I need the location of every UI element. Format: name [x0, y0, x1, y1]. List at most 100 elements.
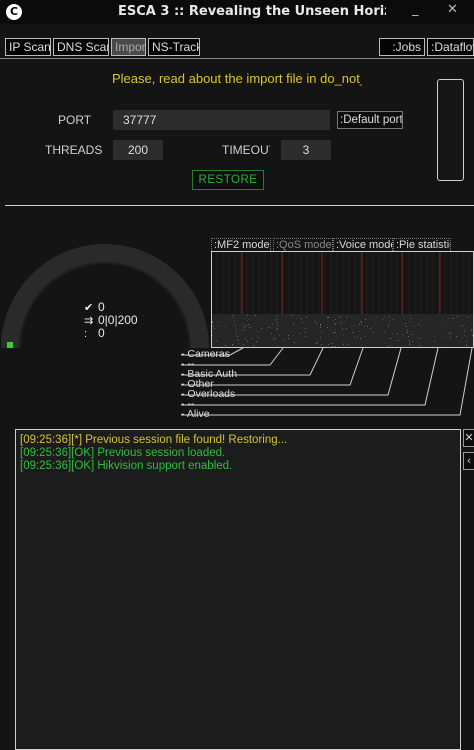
noise-dot	[275, 320, 276, 321]
noise-dot	[402, 334, 403, 335]
noise-dot	[232, 344, 233, 345]
noise-dot	[340, 324, 341, 325]
noise-dot	[471, 329, 472, 330]
tab-import[interactable]: Import	[111, 38, 146, 56]
tab-ns-track[interactable]: NS-Track	[148, 38, 200, 56]
noise-dot	[241, 325, 242, 326]
noise-dot	[354, 337, 355, 338]
noise-dot	[271, 333, 272, 334]
noise-dot	[212, 322, 213, 323]
noise-dot	[328, 317, 329, 318]
minimize-button[interactable]: _	[412, 2, 419, 17]
log-panel[interactable]: [09:25:36][*] Previous session file foun…	[15, 429, 461, 750]
noise-dot	[233, 315, 234, 316]
noise-dot	[466, 345, 467, 346]
noise-dot	[216, 340, 217, 341]
noise-dot	[359, 324, 360, 325]
ports-label: PORTS	[58, 113, 92, 127]
noise-dot	[343, 335, 344, 336]
tab-jobs[interactable]: :Jobs	[379, 38, 425, 56]
noise-dot	[243, 329, 244, 330]
tab-voice-mode[interactable]: :Voice mode	[333, 238, 393, 251]
noise-dot	[316, 342, 317, 343]
log-clear-button[interactable]: ✕	[463, 429, 474, 447]
noise-dot	[390, 338, 391, 339]
noise-dot	[456, 336, 457, 337]
noise-dot	[454, 320, 455, 321]
noise-dot	[216, 341, 217, 342]
noise-dot	[450, 337, 451, 338]
default-ports-button[interactable]: :Default ports	[337, 111, 403, 129]
close-button[interactable]: ✕	[447, 2, 458, 17]
noise-dot	[238, 340, 239, 341]
noise-dot	[413, 331, 414, 332]
noise-dot	[407, 332, 408, 333]
stats-tab-bar: :MF2 mode :QoS mode :Voice mode :Pie sta…	[211, 238, 451, 251]
tab-pie-statistics[interactable]: :Pie statistics	[393, 238, 451, 251]
noise-dot	[258, 317, 259, 318]
restore-button[interactable]: RESTORE	[192, 170, 264, 190]
noise-dot	[352, 332, 353, 333]
noise-dot	[472, 335, 473, 336]
noise-dot	[257, 331, 258, 332]
noise-dot	[320, 325, 321, 326]
tab-bar: IP Scan DNS Scan Import NS-Track :Jobs :…	[0, 38, 474, 58]
noise-dot	[283, 340, 284, 341]
noise-dot	[384, 332, 385, 333]
noise-dot	[247, 320, 248, 321]
noise-dot	[277, 328, 278, 329]
tab-ip-scan[interactable]: IP Scan	[5, 38, 51, 56]
noise-dot	[344, 341, 345, 342]
gauge-progress-value: 0|0|200	[98, 313, 138, 327]
log-collapse-button[interactable]: ‹	[463, 452, 474, 470]
noise-dot	[447, 323, 448, 324]
tab-dataflow[interactable]: :Dataflow	[427, 38, 474, 56]
tab-dns-scan[interactable]: DNS Scan	[53, 38, 109, 56]
noise-dot	[294, 342, 295, 343]
noise-dot	[316, 323, 317, 324]
noise-dot	[248, 324, 249, 325]
noise-dot	[301, 318, 302, 319]
noise-dot	[258, 337, 259, 338]
threads-input[interactable]: 200	[113, 140, 163, 160]
noise-dot	[441, 322, 442, 323]
noise-dot	[273, 339, 274, 340]
noise-dot	[270, 327, 271, 328]
noise-dot	[434, 341, 435, 342]
noise-dot	[398, 340, 399, 341]
noise-dot	[261, 328, 262, 329]
noise-dot	[347, 344, 348, 345]
noise-dot	[342, 329, 343, 330]
noise-dot	[234, 320, 235, 321]
noise-dot	[330, 329, 331, 330]
noise-dot	[238, 343, 239, 344]
noise-dot	[276, 316, 277, 317]
noise-dot	[384, 317, 385, 318]
noise-dot	[274, 339, 275, 340]
noise-dot	[334, 323, 335, 324]
tab-mf2-mode[interactable]: :MF2 mode	[211, 238, 271, 251]
timeout-label: TIMEOUT	[222, 143, 270, 157]
noise-dot	[225, 327, 226, 328]
noise-dot	[377, 327, 378, 328]
noise-dot	[444, 330, 445, 331]
noise-dot	[357, 336, 358, 337]
noise-dot	[433, 346, 434, 347]
noise-dot	[350, 325, 351, 326]
tab-qos-mode[interactable]: :QoS mode	[273, 238, 333, 251]
timeout-input[interactable]: 3	[281, 140, 331, 160]
gauge-other-value: 0	[98, 326, 105, 340]
gauge-arc	[1, 244, 209, 349]
noise-dot	[252, 338, 253, 339]
noise-dot	[461, 315, 462, 316]
side-scrollbar[interactable]	[437, 79, 464, 181]
colon-icon: :	[84, 328, 88, 340]
statistics-panel	[211, 251, 474, 348]
noise-dot	[321, 331, 322, 332]
noise-dot	[277, 322, 278, 323]
noise-dot	[419, 347, 420, 348]
noise-dot	[457, 316, 458, 317]
noise-dot	[214, 328, 215, 329]
ports-input[interactable]: 37777	[113, 110, 330, 130]
noise-dot	[216, 321, 217, 322]
